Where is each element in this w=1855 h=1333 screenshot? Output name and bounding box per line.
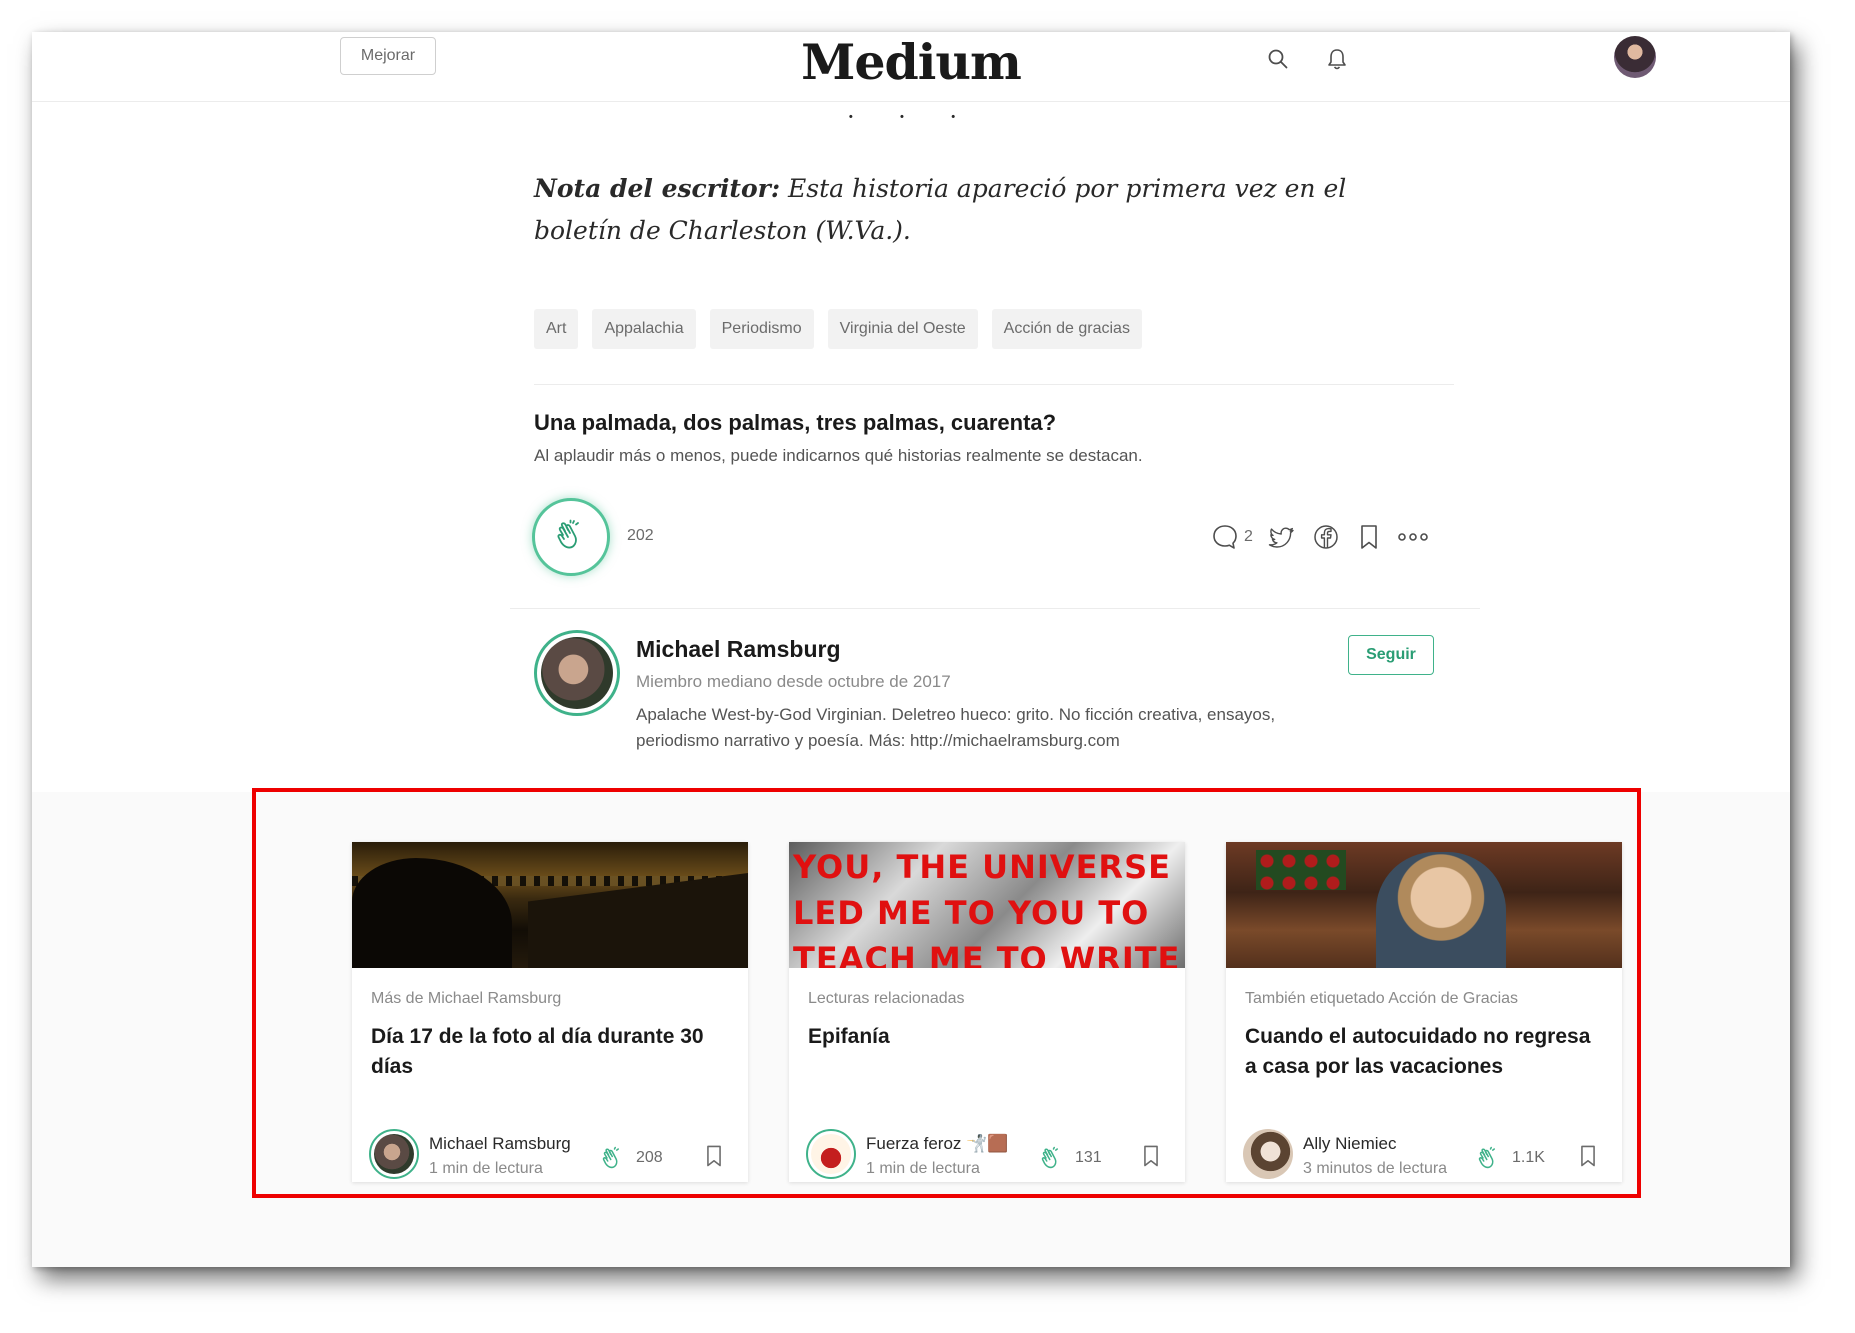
tag-list: Art Appalachia Periodismo Virginia del O… [534,309,1142,349]
browser-window: Mejorar Medium · · · Nota del escritor: … [32,32,1790,1267]
tag-virginia-del-oeste[interactable]: Virginia del Oeste [827,309,978,349]
tag-appalachia[interactable]: Appalachia [592,309,696,349]
bookmark-icon[interactable] [1357,517,1381,557]
clap-prompt-title: Una palmada, dos palmas, tres palmas, cu… [534,410,1057,435]
facebook-icon[interactable] [1311,517,1341,557]
divider [534,384,1454,385]
search-icon[interactable] [1263,44,1293,74]
clap-count: 202 [627,527,654,544]
twitter-icon[interactable] [1267,517,1297,557]
clap-prompt-subtitle: Al aplaudir más o menos, puede indicarno… [534,446,1143,465]
author-avatar[interactable] [534,630,620,716]
bell-icon[interactable] [1322,44,1352,74]
section-separator: · · · [846,102,976,131]
highlight-box [252,788,1641,1198]
author-bio: Apalache West-by-God Virginian. Deletreo… [636,705,1276,750]
follow-button[interactable]: Seguir [1348,635,1434,675]
medium-logo[interactable]: Medium [32,32,1790,92]
author-member-since: Miembro mediano desde octubre de 2017 [636,672,951,691]
story-actions: 2 [1210,517,1429,557]
author-name[interactable]: Michael Ramsburg [636,636,841,663]
writer-note: Nota del escritor: Esta historia apareci… [534,168,1394,252]
tag-art[interactable]: Art [534,309,579,349]
tag-periodismo[interactable]: Periodismo [709,309,814,349]
response-icon[interactable] [1210,517,1240,557]
tag-accion-de-gracias[interactable]: Acción de gracias [991,309,1142,349]
clap-button[interactable] [532,498,610,576]
user-avatar[interactable] [1614,36,1656,78]
top-bar: Mejorar Medium [32,32,1790,102]
response-count: 2 [1244,528,1253,545]
clap-icon [551,515,591,559]
divider [510,608,1480,609]
more-options-icon[interactable] [1397,517,1429,557]
note-label: Nota del escritor: [534,174,781,203]
